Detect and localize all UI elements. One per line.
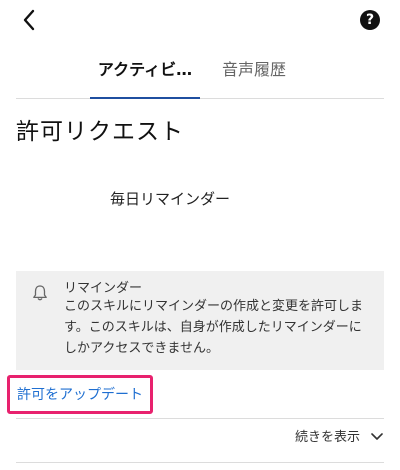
info-line: このスキルにリマインダーの作成と変更を許可しま — [64, 299, 364, 314]
show-more-label: 続きを表示 — [294, 430, 360, 445]
bell-icon — [33, 285, 47, 301]
show-more-button[interactable]: 続きを表示 — [295, 426, 384, 445]
info-description: このスキルにリマインダーの作成と変更を許可しま す。このスキルは、自身が作成した… — [64, 296, 382, 359]
page-title: 許可リクエスト — [16, 119, 184, 145]
back-button[interactable] — [16, 6, 44, 34]
info-line: しかアクセスできません。 — [64, 341, 219, 356]
help-button[interactable]: ? — [360, 10, 380, 30]
chevron-down-icon — [371, 432, 383, 440]
divider — [16, 462, 384, 463]
info-title: リマインダー — [64, 281, 143, 296]
chevron-left-icon — [23, 9, 35, 31]
info-line: す。このスキルは、自身が作成したリマインダーに — [64, 320, 362, 335]
divider — [16, 418, 384, 419]
tab-voice-history[interactable]: 音声履歴 — [222, 56, 286, 80]
tab-activity[interactable]: アクティビ… — [90, 56, 200, 80]
tab-bar: アクティビ… 音声履歴 — [16, 40, 384, 99]
active-tab-indicator — [90, 97, 200, 99]
top-bar: ? — [0, 0, 400, 40]
permission-info-box: リマインダー このスキルにリマインダーの作成と変更を許可しま す。このスキルは、… — [16, 271, 384, 370]
question-circle-icon: ? — [365, 12, 375, 28]
update-permission-link[interactable]: 許可をアップデート — [7, 375, 153, 414]
reminder-name: 毎日リマインダー — [110, 190, 231, 208]
